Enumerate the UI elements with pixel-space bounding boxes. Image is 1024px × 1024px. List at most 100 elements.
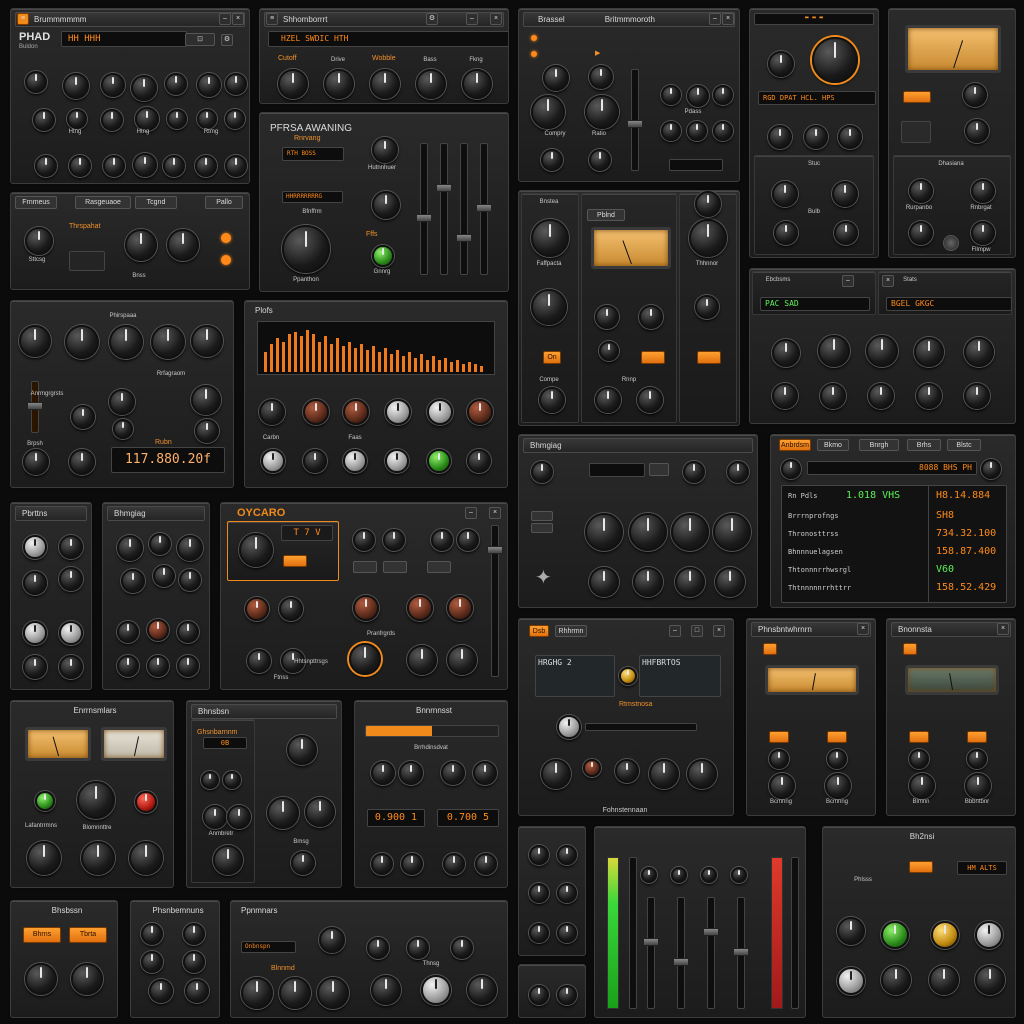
knob[interactable]: [639, 305, 663, 329]
knob[interactable]: [261, 449, 285, 473]
knob[interactable]: [820, 383, 846, 409]
knob[interactable]: [149, 533, 171, 555]
knob[interactable]: [447, 595, 473, 621]
knob[interactable]: [163, 155, 185, 177]
fader-cap[interactable]: [627, 120, 643, 128]
knob[interactable]: [772, 383, 798, 409]
tab[interactable]: Brhs: [907, 439, 941, 451]
knob[interactable]: [868, 383, 894, 409]
knob[interactable]: [147, 619, 169, 641]
knob[interactable]: [838, 125, 862, 149]
gear-icon[interactable]: ⚙: [221, 34, 233, 46]
knob[interactable]: [585, 513, 623, 551]
knob[interactable]: [23, 535, 47, 559]
knob[interactable]: [147, 655, 169, 677]
toggle-button[interactable]: [353, 561, 377, 573]
knob[interactable]: [837, 967, 865, 995]
tab[interactable]: Pallo: [205, 196, 243, 209]
knob[interactable]: [661, 121, 681, 141]
knob[interactable]: [141, 923, 163, 945]
knob[interactable]: [427, 449, 451, 473]
knob[interactable]: [416, 69, 446, 99]
knob[interactable]: [529, 845, 549, 865]
tab[interactable]: Rhhrmn: [555, 625, 587, 637]
knob[interactable]: [401, 853, 423, 875]
knob[interactable]: [467, 975, 497, 1005]
large-knob[interactable]: [812, 37, 858, 83]
mode-button[interactable]: ⊡: [185, 33, 215, 46]
knob[interactable]: [81, 841, 115, 875]
maximize-icon[interactable]: □: [691, 625, 703, 637]
knob[interactable]: [407, 595, 433, 621]
knob[interactable]: [177, 621, 199, 643]
fader-cap[interactable]: [436, 184, 452, 192]
tab[interactable]: Anbrdsm: [779, 439, 811, 451]
fader[interactable]: [476, 143, 492, 275]
knob[interactable]: [633, 567, 663, 597]
knob[interactable]: [197, 109, 217, 129]
knob[interactable]: [195, 419, 219, 443]
knob[interactable]: [909, 749, 929, 769]
fader-cap[interactable]: [476, 204, 492, 212]
knob[interactable]: [343, 399, 369, 425]
knob[interactable]: [125, 229, 157, 261]
knob[interactable]: [305, 797, 335, 827]
knob[interactable]: [683, 461, 705, 483]
knob[interactable]: [371, 761, 395, 785]
knob[interactable]: [241, 977, 273, 1009]
knob[interactable]: [101, 109, 123, 131]
knob[interactable]: [431, 529, 453, 551]
knob[interactable]: [615, 759, 639, 783]
knob[interactable]: [385, 399, 411, 425]
knob[interactable]: [245, 597, 269, 621]
knob[interactable]: [837, 917, 865, 945]
knob[interactable]: [595, 387, 621, 413]
knob[interactable]: [63, 73, 89, 99]
knob[interactable]: [589, 65, 613, 89]
fader-cap[interactable]: [487, 546, 503, 554]
close-icon[interactable]: ×: [713, 625, 725, 637]
knob[interactable]: [227, 805, 251, 829]
knob[interactable]: [687, 85, 709, 107]
knob[interactable]: [371, 853, 393, 875]
knob[interactable]: [247, 649, 271, 673]
knob[interactable]: [385, 449, 409, 473]
knob[interactable]: [967, 749, 987, 769]
knob[interactable]: [541, 149, 563, 171]
knob[interactable]: [103, 155, 125, 177]
fader-cap[interactable]: [643, 938, 659, 946]
knob[interactable]: [531, 95, 565, 129]
close-icon[interactable]: ×: [882, 275, 894, 287]
minimize-icon[interactable]: –: [465, 507, 477, 519]
knob[interactable]: [687, 121, 707, 141]
toggle-button[interactable]: [697, 351, 721, 364]
knob[interactable]: [303, 399, 329, 425]
tab[interactable]: Pblnd: [587, 209, 625, 221]
knob[interactable]: [353, 529, 375, 551]
knob[interactable]: [23, 449, 49, 475]
knob[interactable]: [23, 571, 47, 595]
knob[interactable]: [407, 937, 429, 959]
knob[interactable]: [319, 927, 345, 953]
knob[interactable]: [35, 791, 55, 811]
knob[interactable]: [67, 109, 87, 129]
tab[interactable]: Bkmo: [817, 439, 849, 451]
knob[interactable]: [427, 399, 453, 425]
tab[interactable]: Frnmeus: [15, 196, 57, 209]
knob[interactable]: [291, 851, 315, 875]
knob[interactable]: [117, 535, 143, 561]
knob[interactable]: [964, 337, 994, 367]
toggle-button[interactable]: [649, 463, 669, 476]
knob[interactable]: [223, 771, 241, 789]
knob[interactable]: [191, 325, 223, 357]
knob[interactable]: [981, 459, 1001, 479]
knob[interactable]: [117, 621, 139, 643]
tab[interactable]: Bnrgh: [859, 439, 899, 451]
knob[interactable]: [774, 221, 798, 245]
knob[interactable]: [649, 759, 679, 789]
fader[interactable]: [487, 525, 503, 677]
reset-icon[interactable]: [943, 235, 959, 251]
toggle-button[interactable]: Bhrns: [23, 927, 61, 943]
knob[interactable]: [135, 107, 159, 131]
knob[interactable]: [59, 567, 83, 591]
